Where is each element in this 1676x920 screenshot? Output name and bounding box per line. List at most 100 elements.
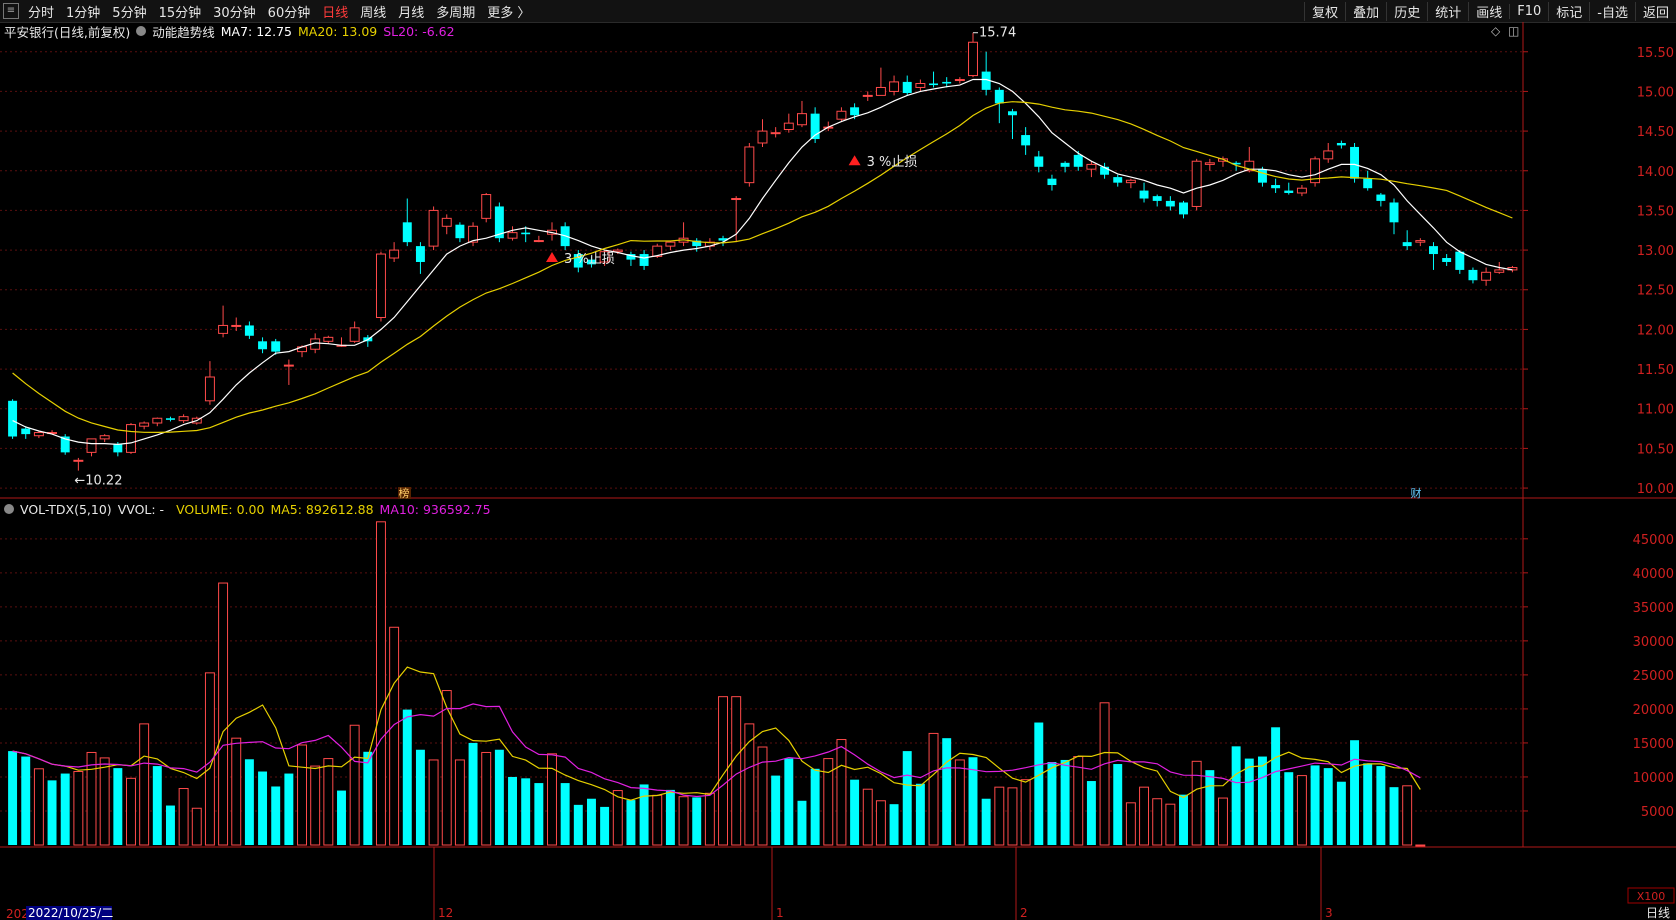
candle-body: [639, 254, 649, 266]
candle-body: [1021, 135, 1031, 146]
candle-body: [521, 232, 531, 235]
volume-bar: [389, 626, 400, 846]
candle-body: [1455, 251, 1465, 270]
volume-bar: [744, 723, 755, 846]
function-tab-6[interactable]: 标记: [1548, 1, 1589, 21]
volume-tick-label: 45000: [1633, 533, 1674, 548]
function-tabs: 复权 叠加 历史 统计 画线 F10 标记 -自选 返回: [1304, 1, 1676, 21]
volume-bar: [1139, 786, 1150, 846]
volume-bar: [258, 771, 268, 845]
month-label: 2: [1020, 906, 1028, 920]
candle-body: [665, 241, 676, 247]
candle-body: [875, 86, 886, 96]
candle-body: [47, 432, 58, 435]
candle-body: [363, 337, 373, 342]
volume-bar: [534, 783, 544, 845]
period-tab-2[interactable]: 5分钟: [106, 2, 152, 21]
function-tab-1[interactable]: 叠加: [1345, 1, 1386, 21]
candle-body: [455, 224, 465, 239]
volume-bar: [797, 800, 807, 845]
volume-bar: [204, 672, 215, 846]
candle-body: [1047, 178, 1057, 186]
function-tab-0[interactable]: 复权: [1304, 1, 1345, 21]
candle-body: [113, 444, 123, 453]
volume-bar: [375, 521, 386, 846]
period-tab-5[interactable]: 60分钟: [262, 2, 317, 21]
volume-bar: [1034, 722, 1044, 845]
volume-bar: [560, 783, 570, 845]
candle-body: [178, 416, 189, 422]
period-tab-9[interactable]: 多周期: [430, 2, 481, 21]
price-tick-label: 13.50: [1637, 204, 1674, 219]
volume-legend: VOL-TDX(5,10) VVOL: - VOLUME: 0.00 MA5: …: [4, 500, 497, 518]
panel-toggle-icon[interactable]: ◫: [1508, 24, 1519, 38]
volume-bar: [875, 800, 886, 846]
volume-bar: [626, 800, 636, 845]
volume-bar: [1363, 763, 1373, 845]
candle-body: [1350, 146, 1360, 179]
function-tab-3[interactable]: 统计: [1427, 1, 1468, 21]
candle-body: [218, 324, 229, 334]
price-tick-label: 13.00: [1637, 244, 1674, 259]
candle-body: [507, 232, 518, 239]
volume-tick-label: 15000: [1633, 737, 1674, 752]
volume-bar: [402, 709, 412, 845]
volume-bar: [1113, 764, 1123, 845]
indicator-settings-icon[interactable]: [136, 26, 147, 36]
ma7-value: MA7: 12.75: [220, 23, 293, 39]
low-price-label: ←10.22: [74, 474, 122, 489]
period-tab-7[interactable]: 周线: [354, 2, 392, 21]
candle-body: [533, 240, 544, 243]
stock-chart[interactable]: 10.00 10.50 11.00 11.50 12.00 12.50 13.00 13.50…: [0, 0, 1676, 920]
candle-body: [1034, 156, 1044, 167]
period-tab-6[interactable]: 日线: [316, 2, 354, 21]
candle-body: [915, 82, 926, 88]
volume-bar: [1060, 759, 1070, 845]
volume-bar: [981, 798, 991, 845]
function-tab-5[interactable]: F10: [1509, 3, 1548, 19]
period-tab-8[interactable]: 月线: [392, 2, 430, 21]
period-tab-10[interactable]: 更多 〉: [481, 2, 536, 21]
function-tab-8[interactable]: 返回: [1634, 1, 1676, 21]
candle-body: [547, 229, 557, 235]
volume-bar: [508, 776, 517, 845]
volume-bar: [836, 739, 847, 846]
volume-bar: [494, 749, 504, 845]
volume-settings-icon[interactable]: [4, 504, 14, 514]
period-tab-0[interactable]: 分时: [22, 2, 60, 21]
candle-body: [1402, 242, 1412, 247]
stop-loss-marker: [545, 252, 558, 263]
volume-bar: [284, 773, 294, 845]
volume-bar: [1047, 761, 1057, 845]
sl20-value: SL20: -6.62: [383, 23, 455, 39]
candle-body: [33, 432, 44, 437]
volume-bar: [297, 744, 307, 846]
function-tab-4[interactable]: 画线: [1468, 1, 1509, 21]
unit-label: X100: [1637, 890, 1666, 903]
candle-body: [1165, 200, 1175, 207]
volume-bar: [600, 806, 610, 845]
candle-body: [1429, 246, 1438, 255]
period-tab-4[interactable]: 30分钟: [207, 2, 262, 21]
candle-body: [599, 251, 610, 263]
candle-body: [1204, 162, 1215, 165]
volume-bar: [731, 696, 742, 846]
volume-bar: [612, 790, 623, 846]
function-tab-2[interactable]: 历史: [1386, 1, 1427, 21]
volume-bar: [33, 768, 44, 846]
menu-grid-icon[interactable]: ≡: [3, 3, 19, 19]
candle-body: [678, 237, 689, 243]
period-tab-3[interactable]: 15分钟: [153, 2, 208, 21]
volume-bar: [862, 788, 873, 846]
diamond-icon[interactable]: ◇: [1491, 24, 1500, 38]
volume-bar: [1152, 798, 1163, 846]
indicator-name: 动能趋势线: [152, 24, 215, 40]
candle-body: [165, 418, 175, 420]
volume-bar: [1310, 765, 1320, 845]
candle-body: [731, 198, 742, 201]
candle-body: [968, 41, 978, 77]
period-tab-1[interactable]: 1分钟: [60, 2, 106, 21]
period-label: 日线: [1646, 906, 1670, 920]
volume-bar: [99, 757, 110, 846]
function-tab-7[interactable]: -自选: [1589, 1, 1635, 21]
